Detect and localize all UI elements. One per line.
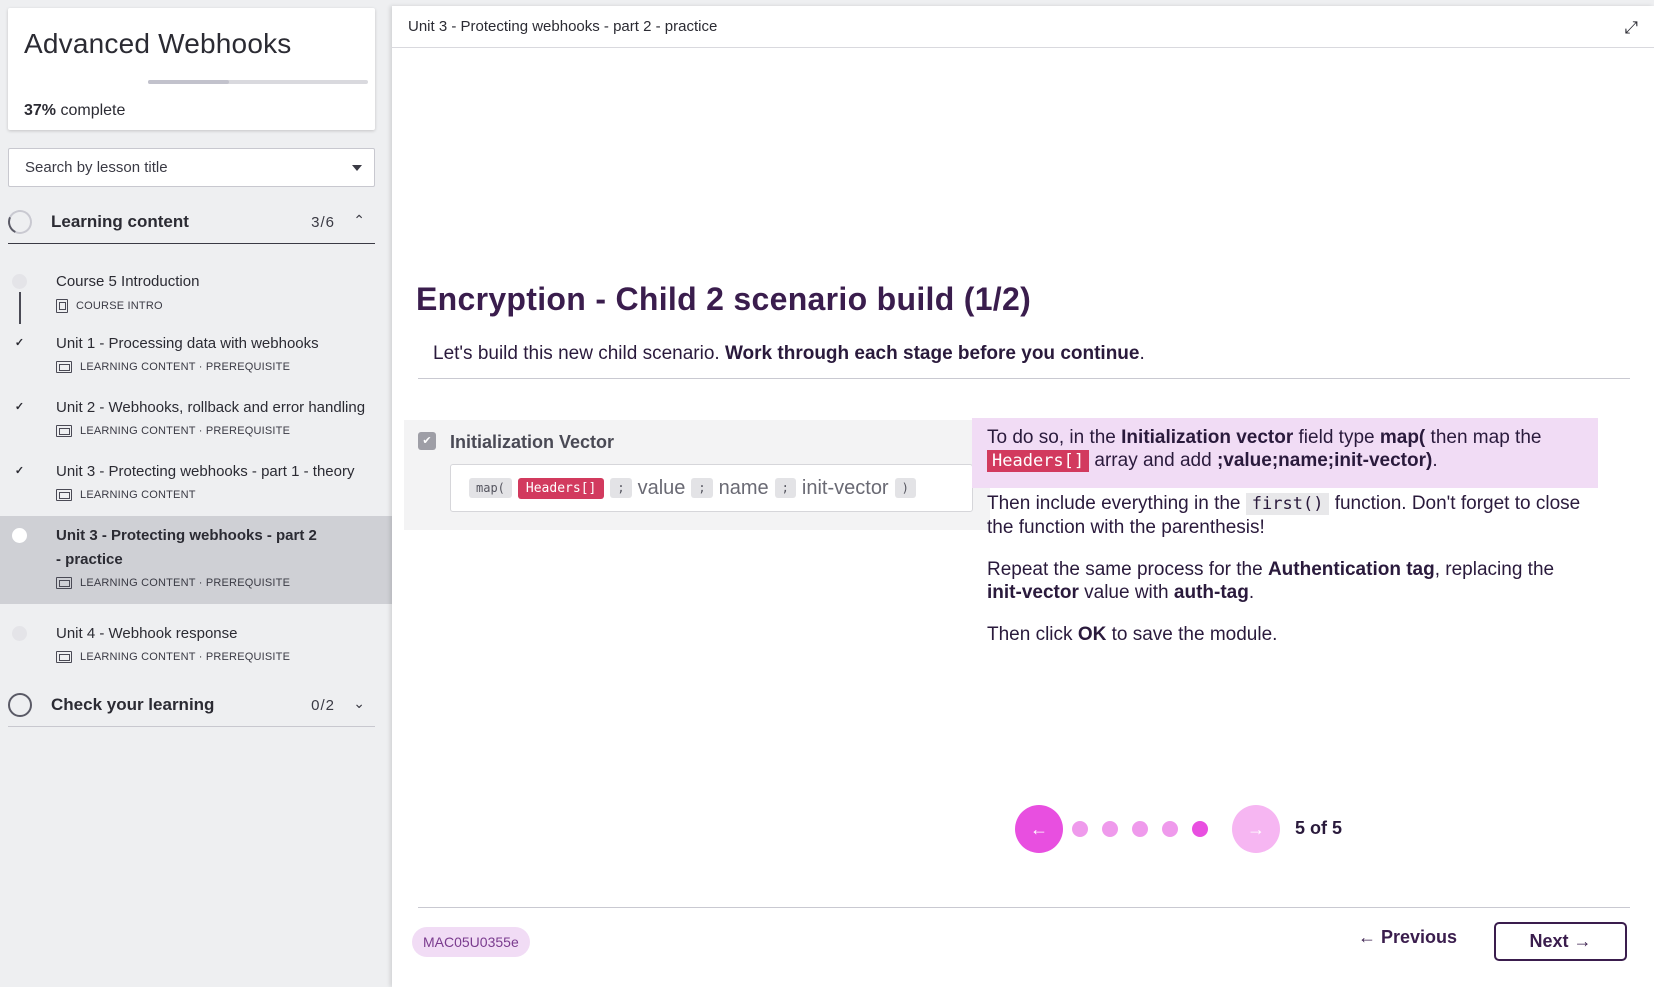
field-label: Initialization Vector	[450, 432, 615, 452]
token-separator: ;	[774, 478, 796, 498]
lesson-meta-text: LEARNING CONTENT · PREREQUISITE	[80, 577, 291, 589]
intro-end: .	[1139, 343, 1145, 364]
screen-icon	[56, 361, 72, 373]
module-screenshot: ✔ Initialization Vector map( Headers[] ;…	[404, 420, 990, 530]
breadcrumb: Unit 3 - Protecting webhooks - part 2 - …	[408, 18, 718, 35]
divider	[418, 907, 1630, 908]
lesson-item-unit-3-theory[interactable]: ✓ Unit 3 - Protecting webhooks - part 1 …	[0, 452, 392, 516]
progress-ring-icon	[8, 693, 32, 717]
next-button[interactable]: Next →	[1494, 922, 1627, 961]
lesson-item-unit-4[interactable]: Unit 4 - Webhook response LEARNING CONTE…	[0, 614, 392, 678]
lesson-title: Unit 1 - Processing data with webhooks	[56, 335, 319, 352]
token-init-vector: init-vector	[801, 476, 889, 499]
progress-text: 37% complete	[24, 102, 125, 120]
lesson-meta-text: LEARNING CONTENT · PREREQUISITE	[80, 361, 291, 373]
instruction-step-4: Then click OK to save the module.	[987, 624, 1278, 645]
progress-bar-fill	[148, 80, 230, 84]
progress-ring-icon	[4, 206, 36, 238]
lesson-meta-text: LEARNING CONTENT	[80, 489, 196, 501]
token-close-paren: )	[894, 478, 916, 498]
instruction-step-3: Repeat the same process for the Authenti…	[987, 559, 1555, 603]
token-separator: ;	[610, 478, 632, 498]
lesson-item-unit-3-practice[interactable]: Unit 3 - Protecting webhooks - part 2 - …	[0, 516, 392, 604]
lesson-meta: LEARNING CONTENT · PREREQUISITE	[56, 425, 290, 437]
check-icon: ✓	[12, 464, 27, 479]
divider	[418, 378, 1630, 379]
lesson-panel: Unit 3 - Protecting webhooks - part 2 - …	[392, 6, 1654, 987]
lesson-title: Unit 2 - Webhooks, rollback and error ha…	[56, 399, 366, 416]
screen-icon	[56, 489, 72, 501]
lesson-meta: LEARNING CONTENT · PREREQUISITE	[56, 361, 290, 373]
section-learning-content[interactable]: Learning content 3/6 ⌃	[4, 200, 375, 244]
section-count: 3/6	[311, 214, 335, 231]
section-label: Check your learning	[51, 695, 215, 714]
mapped-field: map( Headers[] ; value ; name ; init-vec…	[450, 464, 973, 512]
section-count: 0/2	[311, 697, 335, 714]
lesson-meta: LEARNING CONTENT · PREREQUISITE	[56, 651, 290, 663]
progress-suffix: complete	[56, 102, 126, 119]
carousel-counter: 5 of 5	[1295, 818, 1343, 838]
lesson-status-dot	[12, 528, 27, 543]
check-icon: ✓	[12, 400, 27, 415]
token-value: value	[637, 476, 686, 499]
token-name: name	[718, 476, 769, 499]
carousel-next-button[interactable]: →	[1232, 805, 1280, 853]
screen-icon	[56, 651, 72, 663]
carousel-dot[interactable]	[1162, 821, 1178, 837]
lesson-meta-text: COURSE INTRO	[76, 300, 163, 312]
lesson-meta: LEARNING CONTENT · PREREQUISITE	[56, 577, 290, 589]
check-icon: ✓	[12, 336, 27, 351]
screen-icon	[56, 425, 72, 437]
section-label: Learning content	[51, 212, 189, 231]
page-title: Encryption - Child 2 scenario build (1/2…	[416, 281, 1032, 317]
lesson-meta-text: LEARNING CONTENT · PREREQUISITE	[80, 425, 291, 437]
intro-text: Let's build this new child scenario. Wor…	[433, 343, 1145, 365]
chevron-up-icon[interactable]: ⌃	[353, 212, 365, 229]
lesson-meta-text: LEARNING CONTENT · PREREQUISITE	[80, 651, 291, 663]
lesson-search-select[interactable]: Search by lesson title	[8, 148, 375, 187]
carousel-dot[interactable]	[1102, 821, 1118, 837]
lesson-title: Unit 3 - Protecting webhooks - part 2 - …	[56, 527, 317, 568]
instruction-step-2: Then include everything in the first() f…	[987, 493, 1581, 538]
lesson-search-placeholder: Search by lesson title	[25, 159, 168, 176]
carousel-dot[interactable]	[1132, 821, 1148, 837]
intro-bold: Work through each stage before you conti…	[724, 343, 1140, 364]
lesson-title: Course 5 Introduction	[56, 273, 200, 290]
lesson-meta: COURSE INTRO	[56, 299, 163, 313]
progress-percent: 37%	[24, 102, 57, 119]
lesson-status-dot	[12, 274, 27, 289]
intro-plain: Let's build this new child scenario.	[433, 343, 725, 364]
lesson-code-badge: MAC05U0355e	[412, 927, 530, 957]
screen-icon	[56, 577, 72, 589]
course-card: Advanced Webhooks 37% complete	[8, 8, 375, 130]
lesson-status-dot	[12, 626, 27, 641]
token-headers: Headers[]	[517, 477, 605, 499]
instruction-step-1: To do so, in the Initialization vector f…	[987, 427, 1542, 472]
previous-button[interactable]: ← Previous	[1358, 927, 1457, 948]
lesson-item-unit-2[interactable]: ✓ Unit 2 - Webhooks, rollback and error …	[0, 388, 392, 452]
carousel-dot[interactable]	[1072, 821, 1088, 837]
chevron-down-icon[interactable]: ⌄	[353, 695, 365, 712]
expand-icon[interactable]: ⤢	[1624, 18, 1638, 38]
section-check-your-learning[interactable]: Check your learning 0/2 ⌄	[8, 683, 375, 727]
lesson-title: Unit 3 - Protecting webhooks - part 1 - …	[56, 463, 355, 480]
token-separator: ;	[691, 478, 713, 498]
progress-bar	[148, 80, 368, 84]
document-icon	[56, 299, 68, 313]
carousel-dot-active[interactable]	[1192, 821, 1208, 837]
checkbox-icon: ✔	[418, 432, 436, 450]
course-sidebar: Advanced Webhooks 37% complete Search by…	[0, 0, 392, 987]
lesson-item-unit-1[interactable]: ✓ Unit 1 - Processing data with webhooks…	[0, 324, 392, 388]
course-title: Advanced Webhooks	[24, 28, 292, 59]
lesson-topbar: Unit 3 - Protecting webhooks - part 2 - …	[392, 6, 1654, 48]
carousel-prev-button[interactable]: ←	[1015, 805, 1063, 853]
token-map-fn: map(	[469, 478, 512, 498]
lesson-item-course-intro[interactable]: Course 5 Introduction COURSE INTRO	[0, 262, 392, 326]
lesson-title: Unit 4 - Webhook response	[56, 625, 238, 642]
caret-down-icon	[352, 165, 362, 171]
lesson-meta: LEARNING CONTENT	[56, 489, 196, 501]
